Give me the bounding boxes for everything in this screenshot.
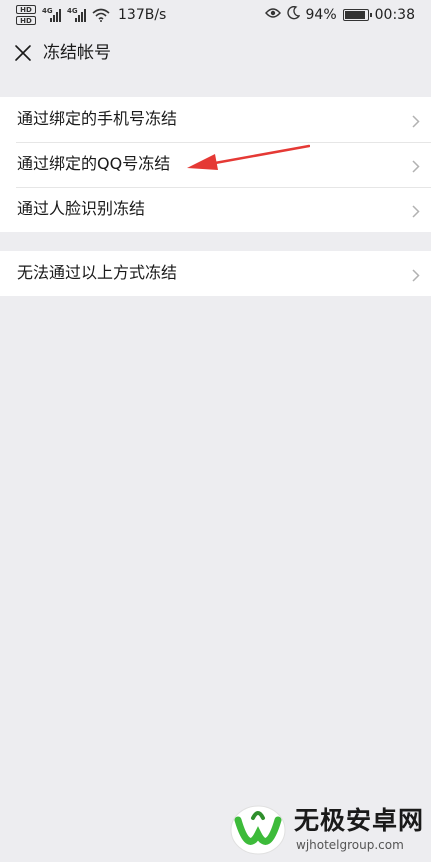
list-item-label: 通过绑定的手机号冻结 <box>17 109 178 128</box>
network-speed: 137B/s <box>118 7 167 23</box>
other-methods-list: 无法通过以上方式冻结 <box>0 251 431 296</box>
battery-icon <box>342 9 372 21</box>
status-right: 94% 00:38 <box>264 3 415 27</box>
header: 冻结帐号 <box>0 30 431 78</box>
chevron-right-icon <box>412 113 420 128</box>
close-icon[interactable] <box>12 42 34 64</box>
clock: 00:38 <box>374 7 415 23</box>
list-item-label: 通过绑定的QQ号冻结 <box>17 154 171 173</box>
list-item-label: 无法通过以上方式冻结 <box>17 263 178 282</box>
list-item-qq-freeze[interactable]: 通过绑定的QQ号冻结 <box>0 142 431 187</box>
chevron-right-icon <box>412 158 420 173</box>
network-type-label: 4G <box>42 7 53 15</box>
hd-badge: HD <box>16 16 36 25</box>
signal-icon: 4G <box>42 7 61 22</box>
watermark-url: wjhotelgroup.com <box>296 838 404 852</box>
watermark-logo-icon <box>230 805 286 855</box>
list-item-phone-freeze[interactable]: 通过绑定的手机号冻结 <box>0 97 431 142</box>
hd-badge: HD <box>16 5 36 14</box>
watermark-title: 无极安卓网 <box>294 806 425 835</box>
watermark: 无极安卓网 wjhotelgroup.com <box>228 800 428 858</box>
eye-icon <box>264 7 281 23</box>
chevron-right-icon <box>412 203 420 218</box>
status-left: HD HD 4G 4G 137B/s <box>16 3 166 27</box>
chevron-right-icon <box>412 267 420 282</box>
battery-percent: 94% <box>305 7 337 23</box>
list-item-label: 通过人脸识别冻结 <box>17 199 146 218</box>
hd-indicators: HD HD <box>16 5 36 25</box>
wifi-icon <box>92 8 110 22</box>
signal-icon: 4G <box>67 7 86 22</box>
list-item-face-freeze[interactable]: 通过人脸识别冻结 <box>0 187 431 232</box>
page-title: 冻结帐号 <box>43 43 111 63</box>
network-type-label: 4G <box>67 7 78 15</box>
status-bar: HD HD 4G 4G 137B/s 94% 00:38 <box>0 0 431 30</box>
moon-icon <box>286 5 300 24</box>
freeze-methods-list: 通过绑定的手机号冻结 通过绑定的QQ号冻结 通过人脸识别冻结 <box>0 97 431 232</box>
list-item-other-freeze[interactable]: 无法通过以上方式冻结 <box>0 251 431 296</box>
